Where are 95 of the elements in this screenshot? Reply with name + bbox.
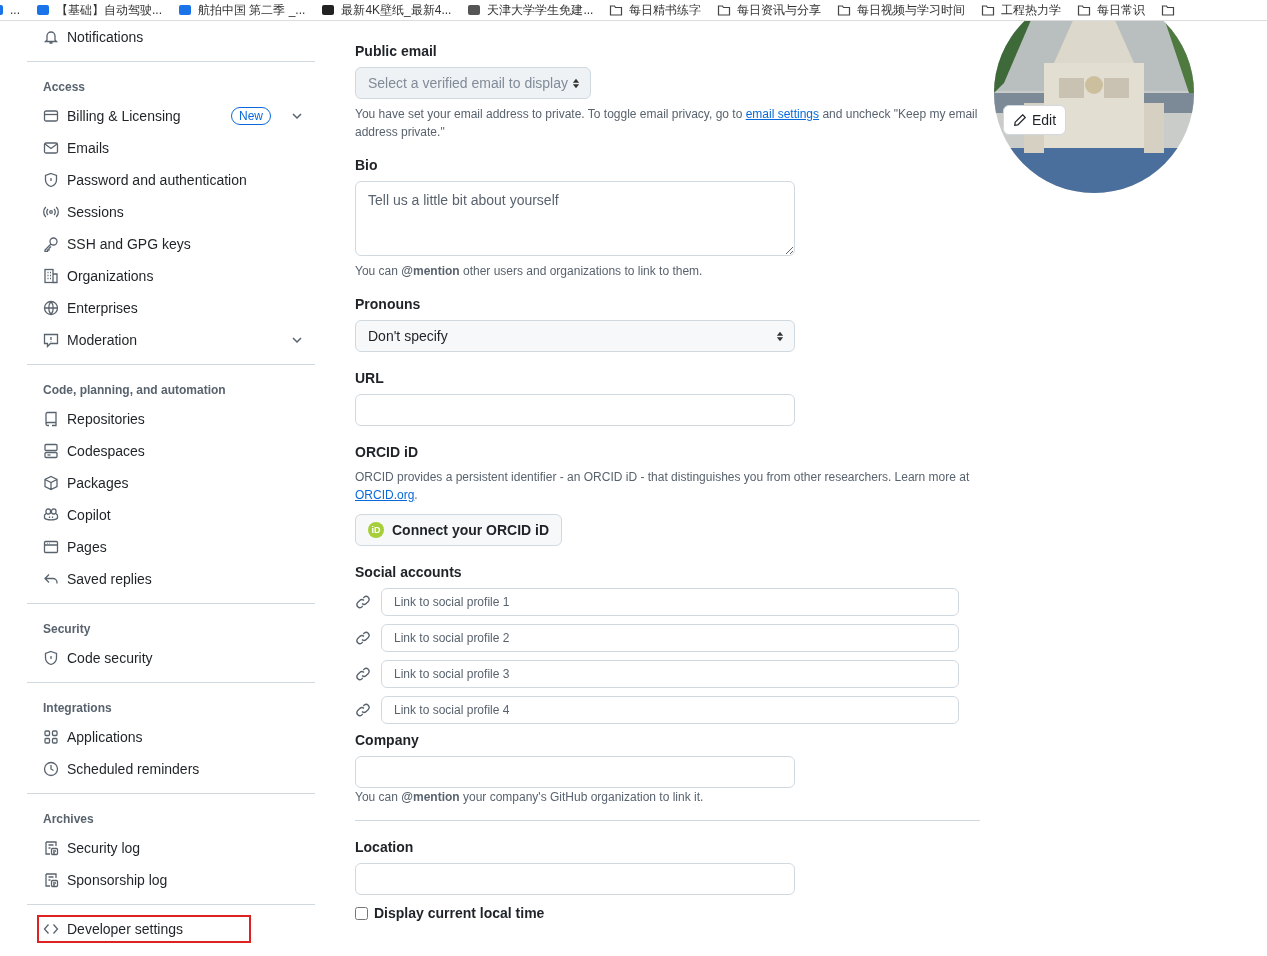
section-heading: Archives	[42, 811, 95, 828]
sidebar-item[interactable]: Applications	[27, 721, 315, 753]
bookmark-link[interactable]: 每日精书练字	[629, 1, 702, 19]
help-text: ORCID provides a persistent identifier - an ORCID iD - that distinguishes you from other researchers. Learn more at ORCID.org.	[355, 469, 971, 504]
bookmark-link[interactable]: 每日视频与学习时间	[857, 1, 966, 19]
sidebar-item[interactable]: Copilot	[27, 499, 315, 531]
folder-icon	[1161, 3, 1176, 17]
field-label: Public email	[355, 43, 438, 59]
shield-icon	[43, 172, 59, 188]
server-icon	[43, 443, 59, 459]
browser-icon	[43, 539, 59, 555]
social-link-field[interactable]: Link to social profile 1	[381, 588, 959, 616]
folder-icon	[609, 3, 624, 17]
folder-icon	[981, 3, 996, 17]
social-link-field[interactable]: Link to social profile 3	[381, 660, 959, 688]
sidebar-item[interactable]: Enterprises	[27, 292, 315, 324]
sidebar-item[interactable]: Password and authentication	[27, 164, 315, 196]
sidebar-item[interactable]: Scheduled reminders	[27, 753, 315, 785]
sidebar-item[interactable]: Sessions	[27, 196, 315, 228]
section-heading: Access	[42, 79, 87, 96]
social-link-field[interactable]: Link to social profile 2	[381, 624, 959, 652]
shield-icon	[43, 650, 59, 666]
globe-icon	[43, 300, 59, 316]
bell-icon	[43, 29, 59, 45]
edit-button[interactable]: Edit	[1003, 105, 1067, 135]
sidebar-item[interactable]: Sponsorship log	[27, 864, 315, 896]
credit-card-icon	[43, 108, 59, 124]
bookmark-link[interactable]: 【基础】自动驾驶...	[56, 1, 163, 19]
field-label: Location	[355, 839, 415, 855]
broadcast-icon	[43, 204, 59, 220]
sidebar-item[interactable]: Code security	[27, 642, 315, 674]
connect-orcid-button[interactable]: iD Connect your ORCID iD	[355, 514, 563, 546]
link-icon	[355, 630, 371, 646]
sidebar-item[interactable]: Developer settings	[35, 913, 253, 945]
help-text: You can @mention other users and organizations to link to them.	[355, 263, 704, 280]
pronouns-select[interactable]: Don't specify	[355, 320, 795, 352]
link-icon	[355, 666, 371, 682]
pencil-icon	[1013, 113, 1027, 127]
sidebar-item[interactable]: Billing & Licensing New	[27, 100, 315, 132]
location-field[interactable]	[355, 863, 795, 895]
field-label: Social accounts	[355, 564, 463, 580]
sidebar-item[interactable]: Moderation	[27, 324, 315, 356]
folder-icon	[837, 3, 852, 17]
reply-icon	[43, 571, 59, 587]
sort-icon	[776, 330, 784, 342]
section-heading: Integrations	[42, 700, 113, 717]
sidebar-item[interactable]: Emails	[27, 132, 315, 164]
folder-icon	[717, 3, 732, 17]
field-label: Bio	[355, 157, 379, 173]
sidebar-item[interactable]: Pages	[27, 531, 315, 563]
bookmark-link[interactable]: 每日常识	[1097, 1, 1146, 19]
field-label: ORCID iD	[355, 444, 419, 460]
building-icon	[43, 268, 59, 284]
sidebar-item[interactable]: Packages	[27, 467, 315, 499]
bookmark-link[interactable]: 天津大学学生免建...	[487, 1, 594, 19]
key-icon	[43, 236, 59, 252]
help-text: You can @mention your company's GitHub organization to link it.	[355, 789, 705, 806]
clock-icon	[43, 761, 59, 777]
sidebar-item[interactable]: Saved replies	[27, 563, 315, 595]
bookmark-link[interactable]: ...	[10, 3, 20, 17]
sort-icon	[572, 77, 580, 89]
bookmark-link[interactable]: 航拍中国 第二季 _...	[198, 1, 306, 19]
mail-icon	[43, 140, 59, 156]
bookmark-link[interactable]: 每日资讯与分享	[737, 1, 822, 19]
social-link-field[interactable]: Link to social profile 4	[381, 696, 959, 724]
sidebar-item[interactable]: Repositories	[27, 403, 315, 435]
checkbox-label: Display current local time	[374, 905, 545, 921]
checkbox[interactable]	[355, 906, 368, 920]
apps-icon	[43, 729, 59, 745]
field-label: Company	[355, 732, 420, 748]
sidebar-item[interactable]: Organizations	[27, 260, 315, 292]
sidebar-item[interactable]: Codespaces	[27, 435, 315, 467]
field-label: URL	[355, 370, 385, 386]
orcid-icon: iD	[368, 522, 384, 538]
section-heading: Security	[42, 621, 92, 638]
link-icon	[355, 594, 371, 610]
sidebar-item[interactable]: Notifications	[27, 21, 315, 53]
sidebar-item[interactable]: Security log	[27, 832, 315, 864]
folder-icon	[1077, 3, 1092, 17]
report-icon	[43, 332, 59, 348]
repo-icon	[43, 411, 59, 427]
url-field[interactable]	[355, 394, 795, 426]
bio-field[interactable]: Tell us a little bit about yourself	[355, 181, 795, 256]
help-text: You have set your email address to private. To toggle email privacy, go to email settings and uncheck "Keep my email address private."	[355, 106, 979, 141]
copilot-icon	[43, 507, 59, 523]
package-icon	[43, 475, 59, 491]
company-field[interactable]	[355, 756, 795, 788]
sidebar-item[interactable]: SSH and GPG keys	[27, 228, 315, 260]
log-icon	[43, 872, 59, 888]
section-heading: Code, planning, and automation	[42, 382, 227, 399]
field-label: Pronouns	[355, 296, 422, 312]
bookmark-link[interactable]: 工程热力学	[1001, 1, 1062, 19]
log-icon	[43, 840, 59, 856]
link-icon	[355, 702, 371, 718]
bookmark-link[interactable]: 最新4K壁纸_最新4...	[341, 1, 452, 19]
